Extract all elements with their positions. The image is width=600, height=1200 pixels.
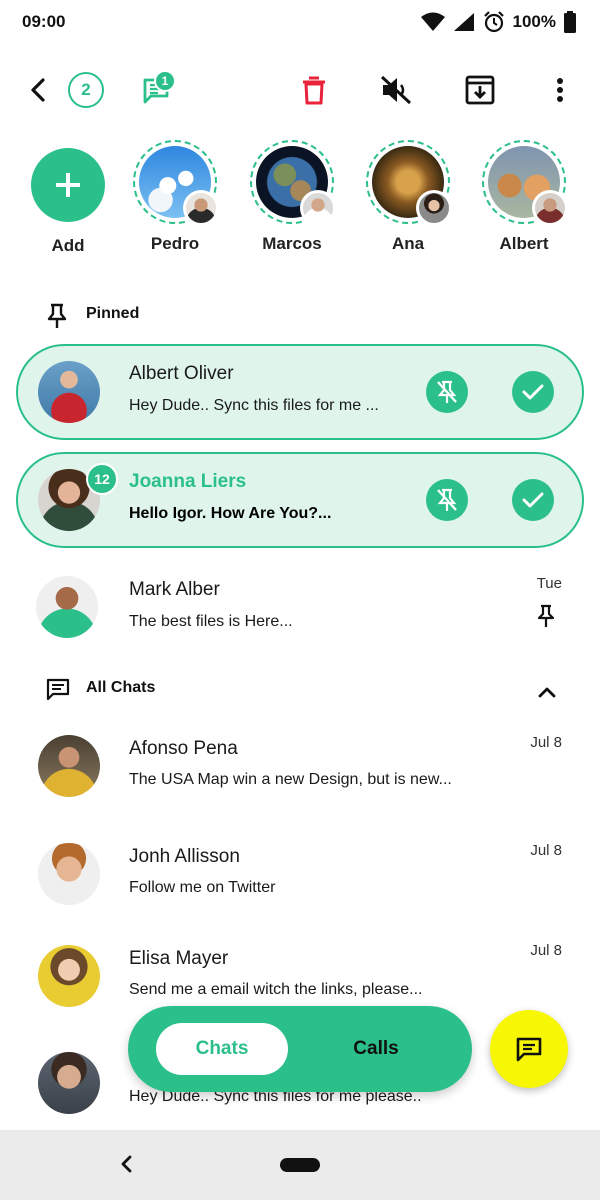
mute-icon <box>380 75 412 105</box>
selected-count: 2 <box>66 60 106 120</box>
chat-time: Jul 8 <box>530 942 562 959</box>
story-ring <box>366 140 452 226</box>
pinned-chat-selected[interactable]: 12 Joanna Liers Hello Igor. How Are You?… <box>16 452 584 548</box>
chevron-up-icon[interactable] <box>538 686 556 698</box>
avatar <box>38 945 100 1007</box>
unpin-button[interactable] <box>426 479 468 521</box>
system-nav-bar <box>0 1130 600 1200</box>
chat-list-icon <box>46 678 70 701</box>
story-name: Ana <box>391 234 425 253</box>
pinned-section-header: Pinned <box>0 300 600 330</box>
signal-icon <box>453 13 474 31</box>
chat-preview: Hello Igor. How Are You?... <box>129 505 332 522</box>
unpin-icon <box>437 488 457 511</box>
story-item[interactable]: Marcos <box>242 140 342 254</box>
add-story-label: Add <box>51 236 85 255</box>
story-ring <box>133 140 219 226</box>
status-time: 09:00 <box>22 12 66 31</box>
pinned-label: Pinned <box>86 305 140 322</box>
story-item[interactable]: Albert <box>474 140 574 254</box>
story-ring <box>250 140 336 226</box>
chat-name: Elisa Mayer <box>129 948 229 969</box>
back-button[interactable] <box>18 60 58 120</box>
chat-preview: The best files is Here... <box>129 613 293 630</box>
delete-icon <box>303 76 325 105</box>
selected-check-button[interactable] <box>512 479 554 521</box>
chat-preview: Hey Dude.. Sync this files for me ... <box>129 397 379 414</box>
chat-name: Mark Alber <box>129 579 220 600</box>
alarm-icon <box>483 11 504 33</box>
wifi-icon <box>420 12 445 31</box>
status-bar: 09:00 100% <box>0 0 600 44</box>
plus-icon <box>56 173 80 197</box>
battery-percent: 100% <box>512 12 556 31</box>
bottom-tab-bar: Chats Calls <box>128 1006 472 1092</box>
chat-row[interactable]: Afonso Pena The USA Map win a new Design… <box>0 720 600 820</box>
pinned-chat-selected[interactable]: Albert Oliver Hey Dude.. Sync this files… <box>16 344 584 440</box>
chat-row[interactable]: Jonh Allisson Follow me on Twitter Jul 8 <box>0 828 600 928</box>
pinned-chat-row[interactable]: Mark Alber The best files is Here... Tue <box>0 560 600 660</box>
chat-name: Jonh Allisson <box>129 846 240 867</box>
back-icon <box>31 78 45 102</box>
story-ring <box>482 140 568 226</box>
unread-badge: 12 <box>86 463 118 495</box>
story-avatar <box>416 190 452 226</box>
new-message-icon <box>516 1037 542 1062</box>
more-options-button[interactable] <box>540 60 580 120</box>
new-chat-fab[interactable] <box>490 1010 568 1088</box>
pin-icon <box>537 604 555 627</box>
delete-button[interactable] <box>294 60 334 120</box>
message-count-badge: 1 <box>154 70 176 92</box>
check-icon <box>522 492 544 508</box>
avatar <box>36 576 98 638</box>
stories-row: Add Pedro Marcos Ana Albert <box>0 140 600 270</box>
chat-time: Jul 8 <box>530 734 562 751</box>
story-item[interactable]: Pedro <box>125 140 225 254</box>
tab-chats[interactable]: Chats <box>156 1023 288 1075</box>
story-name: Albert <box>499 234 549 253</box>
nav-home-pill[interactable] <box>280 1158 320 1172</box>
selected-check-button[interactable] <box>512 371 554 413</box>
avatar <box>38 843 100 905</box>
avatar <box>38 735 100 797</box>
add-story-button[interactable] <box>31 148 105 222</box>
all-chats-section-header[interactable]: All Chats <box>0 674 600 704</box>
chat-preview: Follow me on Twitter <box>129 879 276 896</box>
check-icon <box>522 384 544 400</box>
avatar <box>38 361 100 423</box>
archive-button[interactable] <box>460 60 500 120</box>
status-icons: 100% <box>420 10 576 34</box>
more-icon <box>557 78 563 102</box>
story-avatar <box>183 190 219 226</box>
chat-preview: The USA Map win a new Design, but is new… <box>129 771 452 788</box>
story-avatar <box>532 190 568 226</box>
story-avatar <box>300 190 336 226</box>
selection-toolbar: 2 1 <box>0 60 600 120</box>
chat-time: Jul 8 <box>530 842 562 859</box>
chat-name: Afonso Pena <box>129 738 238 759</box>
pin-icon <box>47 303 67 328</box>
avatar <box>38 1052 100 1114</box>
story-name: Marcos <box>262 234 322 253</box>
unpin-icon <box>437 380 457 403</box>
chat-time: Tue <box>536 575 562 592</box>
chat-name: Joanna Liers <box>129 471 247 492</box>
all-chats-label: All Chats <box>86 679 156 696</box>
story-item[interactable]: Ana <box>358 140 458 254</box>
unpin-button[interactable] <box>426 371 468 413</box>
archive-icon <box>465 75 495 105</box>
chat-name: Albert Oliver <box>129 363 234 384</box>
selected-count-badge: 2 <box>68 72 104 108</box>
chat-preview: Send me a email witch the links, please.… <box>129 981 423 998</box>
messages-button[interactable]: 1 <box>132 60 182 120</box>
nav-back-icon[interactable] <box>118 1154 134 1174</box>
add-story[interactable]: Add <box>18 140 118 256</box>
battery-icon <box>564 11 576 33</box>
mute-button[interactable] <box>376 60 416 120</box>
story-name: Pedro <box>150 234 200 253</box>
tab-calls[interactable]: Calls <box>316 1023 436 1075</box>
